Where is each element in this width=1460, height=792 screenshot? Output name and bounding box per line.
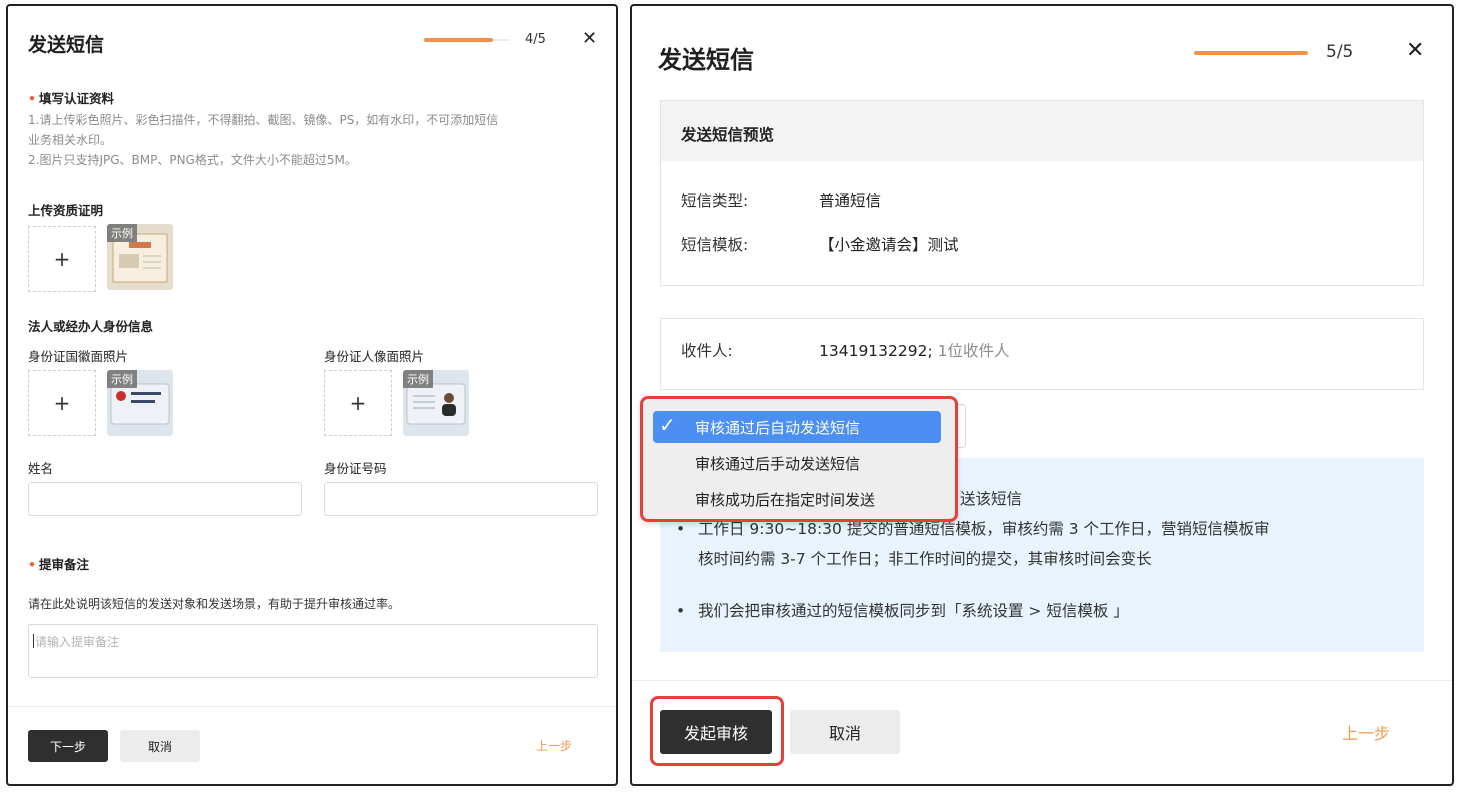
preview-panel: 发送短信预览 短信类型: 普通短信 短信模板: 【小金邀请会】测试 — [660, 100, 1424, 286]
sample-tag: 示例 — [403, 370, 433, 388]
step-indicator: 5/5 — [1326, 42, 1354, 62]
prev-step-link[interactable]: 上一步 — [536, 737, 572, 754]
cert-hint-2: 2.图片只支持JPG、BMP、PNG格式，文件大小不能超过5M。 — [28, 153, 357, 167]
step-indicator: 4/5 — [525, 32, 546, 47]
upload-id-portrait-button[interactable]: + — [324, 370, 392, 436]
progress-fill — [424, 38, 493, 42]
id-portrait-sample-image: 示例 — [403, 370, 469, 436]
send-mode-dropdown: ✓ 审核通过后自动发送短信 审核通过后手动发送短信 审核成功后在指定时间发送 — [640, 396, 958, 522]
id-portrait-label: 身份证人像面照片 — [324, 349, 425, 364]
identity-section-label: 法人或经办人身份信息 — [28, 319, 154, 334]
recipient-panel: 收件人: 13419132292; 1位收件人 — [660, 318, 1424, 390]
progress-fill — [1194, 51, 1308, 55]
name-label: 姓名 — [28, 461, 54, 476]
recipient-label: 收件人: — [681, 342, 733, 360]
upload-cert-button[interactable]: + — [28, 226, 96, 292]
remark-hint: 请在此处说明该短信的发送对象和发送场景，有助于提升审核通过率。 — [28, 597, 401, 611]
sms-template-value: 【小金邀请会】测试 — [819, 236, 959, 254]
plus-icon: + — [53, 391, 71, 415]
preview-heading: 发送短信预览 — [661, 101, 1423, 161]
sms-type-value: 普通短信 — [819, 192, 882, 210]
dropdown-option-scheduled[interactable]: 审核成功后在指定时间发送 — [653, 483, 941, 515]
cancel-button[interactable]: 取消 — [790, 710, 900, 754]
dropdown-option-auto[interactable]: ✓ 审核通过后自动发送短信 — [653, 411, 941, 443]
cert-section-title: • 填写认证资料 — [28, 91, 115, 106]
info-bullet-1: • 工作日 9:30~18:30 提交的普通短信模板，审核约需 3 个工作日，营… — [676, 520, 1270, 568]
recipient-value: 13419132292; 1位收件人 — [819, 342, 1010, 360]
remark-textarea[interactable]: 请输入提审备注 — [28, 624, 598, 678]
sms-type-label: 短信类型: — [681, 192, 749, 210]
progress-bar — [1194, 51, 1308, 55]
remark-section-title: • 提审备注 — [28, 557, 90, 572]
left-dialog: 发送短信 4/5 ✕ • 填写认证资料 1.请上传彩色照片、彩色扫描件，不得翻拍、… — [6, 4, 618, 786]
upload-id-emblem-button[interactable]: + — [28, 370, 96, 436]
close-icon[interactable]: ✕ — [1406, 40, 1424, 62]
dropdown-option-manual[interactable]: 审核通过后手动发送短信 — [653, 447, 941, 479]
check-icon: ✓ — [659, 413, 676, 437]
close-icon[interactable]: ✕ — [582, 30, 597, 48]
right-dialog: 发送短信 5/5 ✕ 发送短信预览 短信类型: 普通短信 短信模板: 【小金邀请… — [630, 4, 1454, 786]
sample-tag: 示例 — [107, 224, 137, 242]
name-input[interactable] — [28, 482, 302, 516]
cancel-button[interactable]: 取消 — [120, 730, 200, 762]
id-emblem-sample-image: 示例 — [107, 370, 173, 436]
info-partial-line: 送该短信 — [960, 490, 1023, 508]
cert-sample-image: 示例 — [107, 224, 173, 290]
id-number-input[interactable] — [324, 482, 598, 516]
dialog-title: 发送短信 — [658, 46, 754, 74]
dialog-title: 发送短信 — [28, 34, 105, 56]
next-button[interactable]: 下一步 — [28, 730, 108, 762]
footer-divider — [632, 680, 1452, 681]
id-emblem-label: 身份证国徽面照片 — [28, 349, 129, 364]
plus-icon: + — [349, 391, 367, 415]
progress-bar — [424, 38, 510, 42]
cert-hint-1b: 业务相关水印。 — [28, 133, 113, 147]
sample-tag: 示例 — [107, 370, 137, 388]
sms-template-label: 短信模板: — [681, 236, 749, 254]
info-bullet-2: • 我们会把审核通过的短信模板同步到「系统设置 > 短信模板 」 — [676, 602, 1129, 620]
plus-icon: + — [53, 247, 71, 271]
cert-hint-1: 1.请上传彩色照片、彩色扫描件，不得翻拍、截图、镜像、PS，如有水印，不可添加短… — [28, 113, 499, 127]
footer-divider — [8, 706, 616, 707]
id-number-label: 身份证号码 — [324, 461, 387, 476]
prev-step-link[interactable]: 上一步 — [1342, 720, 1390, 744]
upload-cert-label: 上传资质证明 — [28, 203, 104, 218]
submit-review-button[interactable]: 发起审核 — [660, 710, 772, 754]
